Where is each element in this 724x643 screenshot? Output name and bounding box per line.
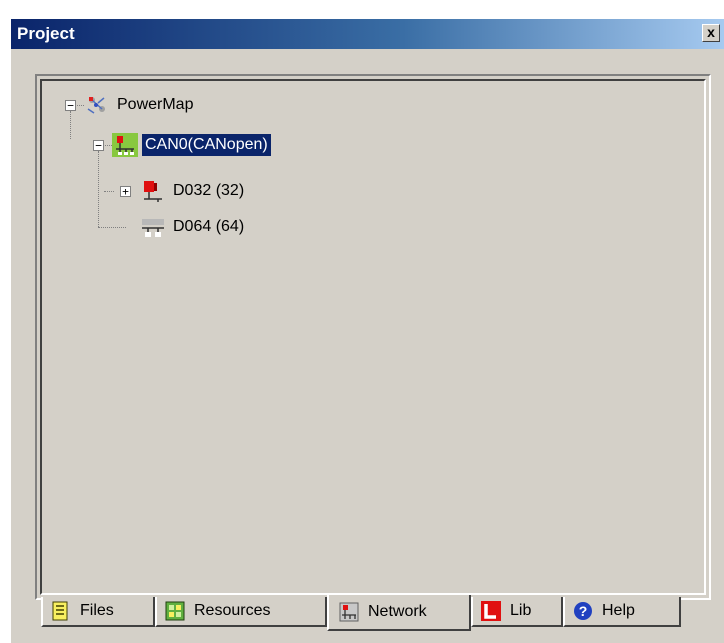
- tree-connector: [70, 111, 71, 139]
- lib-icon: [481, 601, 501, 621]
- device-red-icon: [144, 181, 162, 202]
- tree-connector: [98, 151, 99, 227]
- tree-node-label: PowerMap: [117, 96, 194, 113]
- tab-label: Lib: [510, 602, 532, 619]
- expand-toggle-can0[interactable]: −: [93, 140, 104, 151]
- close-icon: x: [707, 24, 715, 40]
- close-button[interactable]: x: [702, 24, 720, 42]
- tree-node-label: D032 (32): [173, 182, 245, 199]
- resources-icon: [165, 601, 185, 621]
- tree-node-d032[interactable]: D032 (32): [140, 178, 247, 204]
- tree-panel: − PowerMap − CAN0(CANopen) + D032 (32) D…: [35, 74, 711, 600]
- network-icon: [339, 602, 359, 622]
- tab-label: Files: [80, 602, 114, 619]
- can-bus-icon: [112, 133, 138, 157]
- network-tree[interactable]: − PowerMap − CAN0(CANopen) + D032 (32) D…: [40, 79, 706, 595]
- tab-label: Help: [602, 602, 635, 619]
- title-bar[interactable]: Project x: [11, 19, 724, 49]
- expand-toggle-d032[interactable]: +: [120, 186, 131, 197]
- expand-toggle-powermap[interactable]: −: [65, 100, 76, 111]
- tab-resources[interactable]: Resources: [155, 597, 327, 627]
- tab-label: Network: [368, 603, 427, 620]
- svg-text:?: ?: [579, 603, 588, 619]
- help-icon: ?: [574, 602, 592, 620]
- tab-label: Resources: [194, 602, 271, 619]
- device-grey-icon: [142, 219, 164, 237]
- project-window: Project x − PowerMap − CAN0(CANopen) + D…: [10, 18, 724, 643]
- tab-files[interactable]: Files: [41, 597, 155, 627]
- tree-node-d064[interactable]: D064 (64): [140, 214, 247, 240]
- tree-node-label: D064 (64): [173, 218, 245, 235]
- window-title: Project: [17, 24, 75, 43]
- tab-help[interactable]: ? Help: [563, 597, 681, 627]
- files-icon: [52, 601, 68, 621]
- network-map-icon: [87, 97, 105, 114]
- tree-node-powermap[interactable]: PowerMap: [84, 92, 196, 118]
- tab-lib[interactable]: Lib: [471, 597, 563, 627]
- tree-connector: [98, 227, 126, 228]
- tree-node-can0[interactable]: CAN0(CANopen): [112, 132, 272, 158]
- tree-node-label: CAN0(CANopen): [141, 133, 272, 157]
- tree-connector: [104, 191, 114, 192]
- tab-network[interactable]: Network: [327, 595, 471, 631]
